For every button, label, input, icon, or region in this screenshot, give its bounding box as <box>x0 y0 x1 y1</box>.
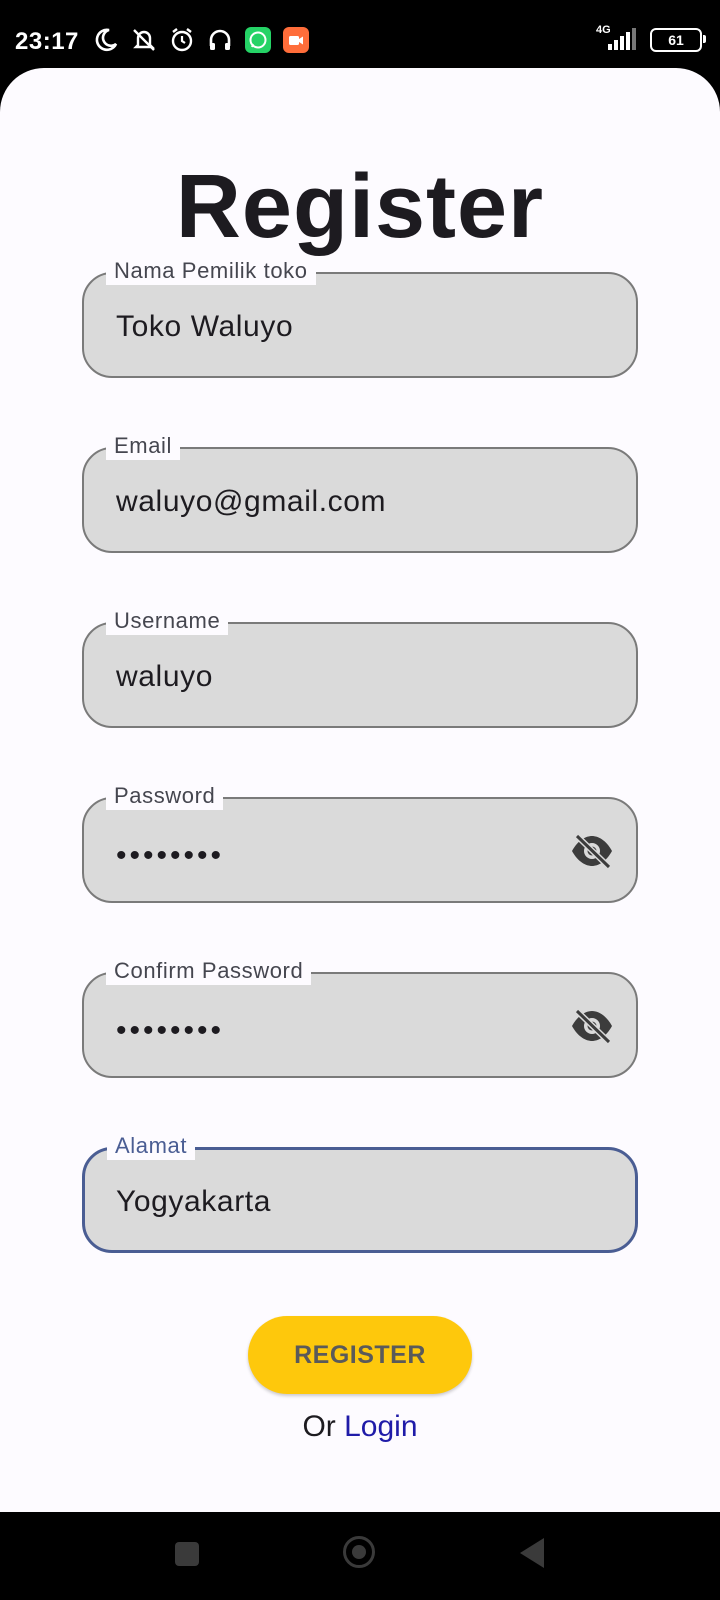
status-bar: 23:17 4G 61 <box>0 0 720 70</box>
system-indicators: 4G 61 <box>594 24 706 52</box>
status-time: 23:17 <box>15 28 79 55</box>
moon-icon <box>95 28 118 52</box>
address-label: Alamat <box>107 1132 196 1160</box>
or-text: Or <box>302 1410 336 1443</box>
login-link[interactable]: Login <box>344 1410 417 1443</box>
recents-icon[interactable] <box>175 1542 199 1566</box>
video-icon <box>283 27 309 53</box>
username-label: Username <box>106 607 229 635</box>
username-field[interactable]: Username <box>82 607 638 728</box>
password-input[interactable]: •••••••• <box>116 839 224 873</box>
eye-off-icon[interactable] <box>570 833 614 869</box>
signal-icon <box>608 28 636 50</box>
alarm-icon <box>171 28 193 52</box>
email-label: Email <box>106 432 181 460</box>
register-screen: Register Nama Pemilik toko Email Usernam… <box>0 68 720 1512</box>
battery-icon: 61 <box>650 28 706 52</box>
headset-icon <box>209 29 231 50</box>
password-label: Password <box>106 782 224 810</box>
store-owner-name-input[interactable] <box>116 310 536 344</box>
eye-off-icon[interactable] <box>570 1008 614 1044</box>
whatsapp-icon <box>245 27 271 53</box>
navigation-bar <box>0 1512 720 1600</box>
email-input[interactable] <box>116 485 536 519</box>
confirm-password-field[interactable]: Confirm Password •••••••• <box>82 957 638 1078</box>
confirm-password-label: Confirm Password <box>106 957 312 985</box>
store-owner-name-label: Nama Pemilik toko <box>106 257 316 285</box>
login-prompt: Or Login <box>0 1410 720 1444</box>
store-owner-name-field[interactable]: Nama Pemilik toko <box>82 257 638 378</box>
email-field[interactable]: Email <box>82 432 638 553</box>
address-field[interactable]: Alamat <box>82 1132 638 1253</box>
confirm-password-input[interactable]: •••••••• <box>116 1014 224 1048</box>
register-button[interactable]: REGISTER <box>248 1316 472 1394</box>
username-input[interactable] <box>116 660 536 694</box>
address-input[interactable] <box>116 1185 536 1219</box>
mute-icon <box>133 29 155 51</box>
back-icon[interactable] <box>520 1538 544 1568</box>
battery-level: 61 <box>668 32 684 48</box>
password-field[interactable]: Password •••••••• <box>82 782 638 903</box>
page-title: Register <box>175 157 545 257</box>
home-icon[interactable] <box>343 1536 375 1568</box>
notification-icons <box>92 26 310 54</box>
